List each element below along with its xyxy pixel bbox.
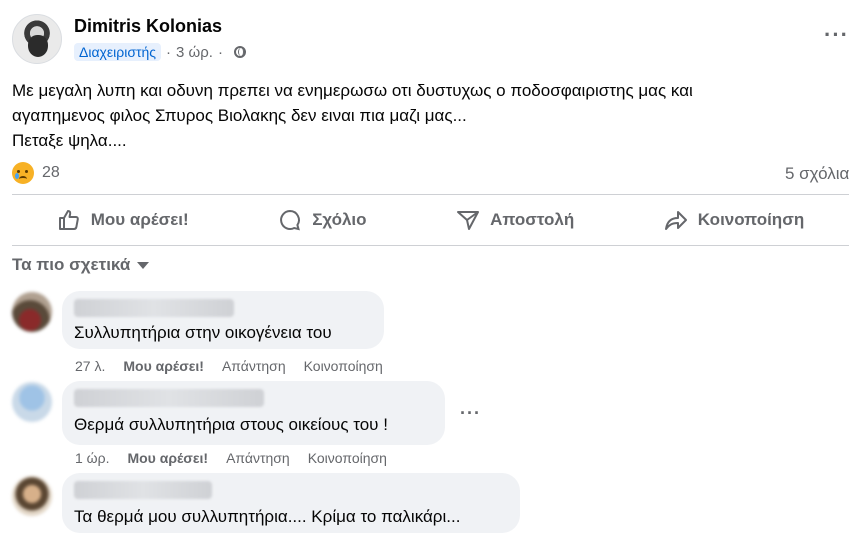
comment-actions: 27 λ. Μου αρέσει! Απάντηση Κοινοποίηση: [75, 358, 401, 374]
commenter-name[interactable]: [74, 389, 264, 407]
comment-text: Τα θερμά μου συλλυπητήρια.... Κρίμα το π…: [74, 507, 461, 526]
share-label: Κοινοποίηση: [697, 210, 805, 229]
post-action-bar: Μου αρέσει! Σχόλιο Αποστολή Κοινοποίηση: [12, 196, 849, 244]
reaction-count: 28: [42, 164, 60, 181]
like-label: Μου αρέσει!: [90, 210, 189, 229]
comment-sort-dropdown[interactable]: Τα πιο σχετικά: [12, 255, 150, 275]
comment-bubble: Θερμά συλλυπητήρια στους οικείους του !: [62, 381, 445, 445]
comment-bubble: Τα θερμά μου συλλυπητήρια.... Κρίμα το π…: [62, 473, 520, 533]
divider: [12, 245, 849, 246]
comment-actions: 1 ώρ. Μου αρέσει! Απάντηση Κοινοποίηση: [75, 450, 405, 466]
post-text-line: Με μεγαλη λυπη και οδυνη πρεπει να ενημε…: [12, 81, 693, 100]
author-name[interactable]: Dimitris Kolonias: [74, 16, 222, 37]
author-avatar[interactable]: [12, 14, 62, 64]
reaction-summary[interactable]: 28: [12, 162, 60, 184]
send-button[interactable]: Αποστολή: [456, 208, 574, 232]
comment-share-button[interactable]: Κοινοποίηση: [304, 358, 383, 374]
post-text-line: αγαπημενος φιλος Σπυρος Βιολακης δεν ειν…: [12, 106, 467, 125]
comment-button[interactable]: Σχόλιο: [278, 208, 367, 232]
comment-share-button[interactable]: Κοινοποίηση: [308, 450, 387, 466]
share-icon: [664, 211, 687, 230]
comment-like-button[interactable]: Μου αρέσει!: [123, 358, 204, 374]
meta-separator: ·: [166, 43, 172, 61]
sort-label: Τα πιο σχετικά: [12, 255, 131, 274]
comment-label: Σχόλιο: [312, 210, 367, 229]
comment-icon: [280, 209, 301, 231]
sad-icon: [12, 162, 34, 184]
commenter-avatar[interactable]: [12, 476, 52, 516]
admin-badge[interactable]: Διαχειριστής: [74, 43, 162, 61]
post-text: Με μεγαλη λυπη και οδυνη πρεπει να ενημε…: [12, 78, 832, 153]
post-meta: Διαχειριστής · 3 ώρ. ·: [74, 43, 246, 61]
comment-time[interactable]: 1 ώρ.: [75, 450, 109, 466]
globe-icon[interactable]: [233, 46, 246, 58]
post-text-line: Πεταξε ψηλα....: [12, 131, 127, 150]
commenter-name[interactable]: [74, 481, 212, 499]
meta-separator: ·: [217, 43, 223, 61]
post-time[interactable]: 3 ώρ.: [176, 44, 213, 61]
comment-text: Συλλυπητήρια στην οικογένεια του: [74, 323, 332, 342]
send-label: Αποστολή: [490, 210, 575, 229]
more-options-icon[interactable]: ···: [824, 22, 849, 48]
comment-like-button[interactable]: Μου αρέσει!: [127, 450, 208, 466]
comment-text: Θερμά συλλυπητήρια στους οικείους του !: [74, 415, 388, 434]
comment-more-icon[interactable]: ···: [460, 403, 481, 424]
divider: [12, 194, 849, 195]
commenter-avatar[interactable]: [12, 292, 52, 332]
send-icon: [457, 211, 480, 230]
comment-reply-button[interactable]: Απάντηση: [222, 358, 286, 374]
comment-bubble: Συλλυπητήρια στην οικογένεια του: [62, 291, 384, 349]
comment-reply-button[interactable]: Απάντηση: [226, 450, 290, 466]
commenter-avatar[interactable]: [12, 382, 52, 422]
share-button[interactable]: Κοινοποίηση: [664, 208, 804, 232]
chevron-down-icon: [137, 261, 150, 269]
comments-count[interactable]: 5 σχόλια: [785, 164, 849, 184]
like-button[interactable]: Μου αρέσει!: [57, 208, 189, 232]
thumbs-up-icon: [58, 210, 79, 230]
commenter-name[interactable]: [74, 299, 234, 317]
comment-time[interactable]: 27 λ.: [75, 358, 105, 374]
